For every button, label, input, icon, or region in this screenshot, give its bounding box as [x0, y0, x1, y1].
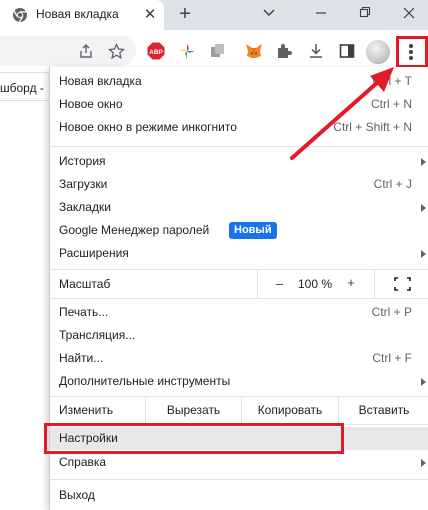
annotation-arrow [290, 67, 394, 160]
